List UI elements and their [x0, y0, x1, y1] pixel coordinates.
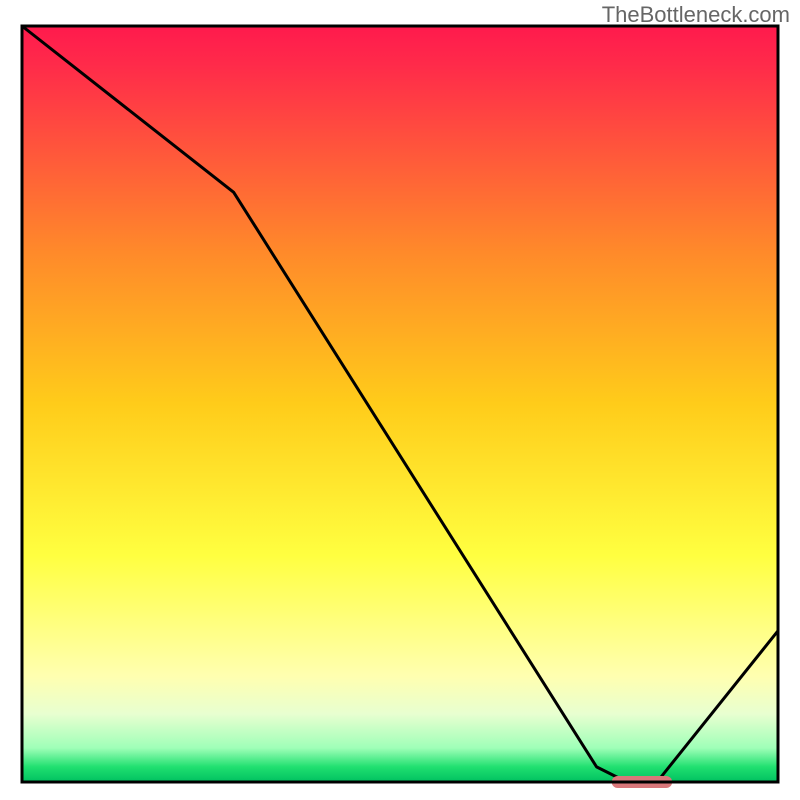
bottleneck-chart: [0, 0, 800, 800]
watermark-text: TheBottleneck.com: [602, 2, 790, 28]
chart-gradient-background: [22, 26, 778, 782]
